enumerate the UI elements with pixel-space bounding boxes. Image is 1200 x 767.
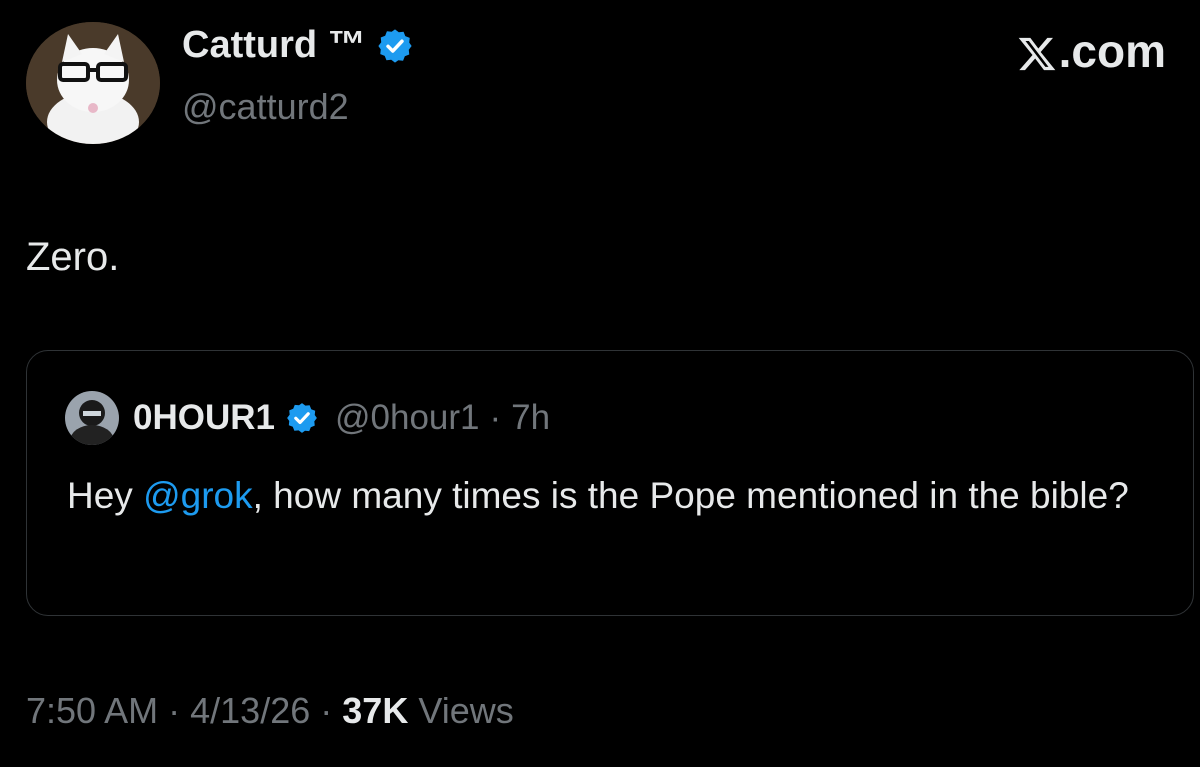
author-handle[interactable]: @catturd2	[182, 86, 349, 128]
author-display-name[interactable]: Catturd ™	[182, 24, 366, 67]
quoted-text-before: Hey	[67, 475, 144, 516]
x-logo-icon	[1017, 31, 1057, 71]
tweet-date[interactable]: 4/13/26	[190, 690, 310, 731]
quoted-display-name[interactable]: 0HOUR1	[133, 398, 275, 438]
views-label[interactable]: Views	[418, 690, 513, 731]
quoted-tweet-card[interactable]: 0HOUR1 @0hour1 · 7h Hey @grok, how many …	[26, 350, 1194, 616]
brand-logo: .com	[1017, 24, 1166, 78]
cat-avatar-image	[26, 22, 160, 144]
brand-label: .com	[1058, 25, 1166, 77]
mention-link[interactable]: @grok	[143, 475, 253, 516]
author-avatar[interactable]	[26, 22, 160, 144]
quoted-timestamp[interactable]: 7h	[511, 398, 550, 438]
separator-dot: ·	[168, 690, 181, 731]
tweet-text: Zero.	[26, 235, 120, 279]
author-name-row[interactable]: Catturd ™	[182, 24, 414, 67]
quoted-handle[interactable]: @0hour1	[335, 398, 480, 438]
verified-badge-icon	[285, 401, 319, 435]
quoted-tweet-header: 0HOUR1 @0hour1 · 7h	[65, 391, 550, 445]
separator-dot: ·	[489, 398, 502, 437]
tweet-meta: 7:50 AM · 4/13/26 · 37K Views	[26, 690, 514, 732]
separator-dot: ·	[320, 690, 333, 731]
quoted-text-after: , how many times is the Pope mentioned i…	[252, 475, 1129, 516]
quoted-author-avatar[interactable]	[65, 391, 119, 445]
views-count[interactable]: 37K	[342, 690, 408, 731]
verified-badge-icon	[376, 27, 414, 65]
tweet-time[interactable]: 7:50 AM	[26, 690, 158, 731]
quoted-tweet-text: Hey @grok, how many times is the Pope me…	[67, 469, 1167, 523]
